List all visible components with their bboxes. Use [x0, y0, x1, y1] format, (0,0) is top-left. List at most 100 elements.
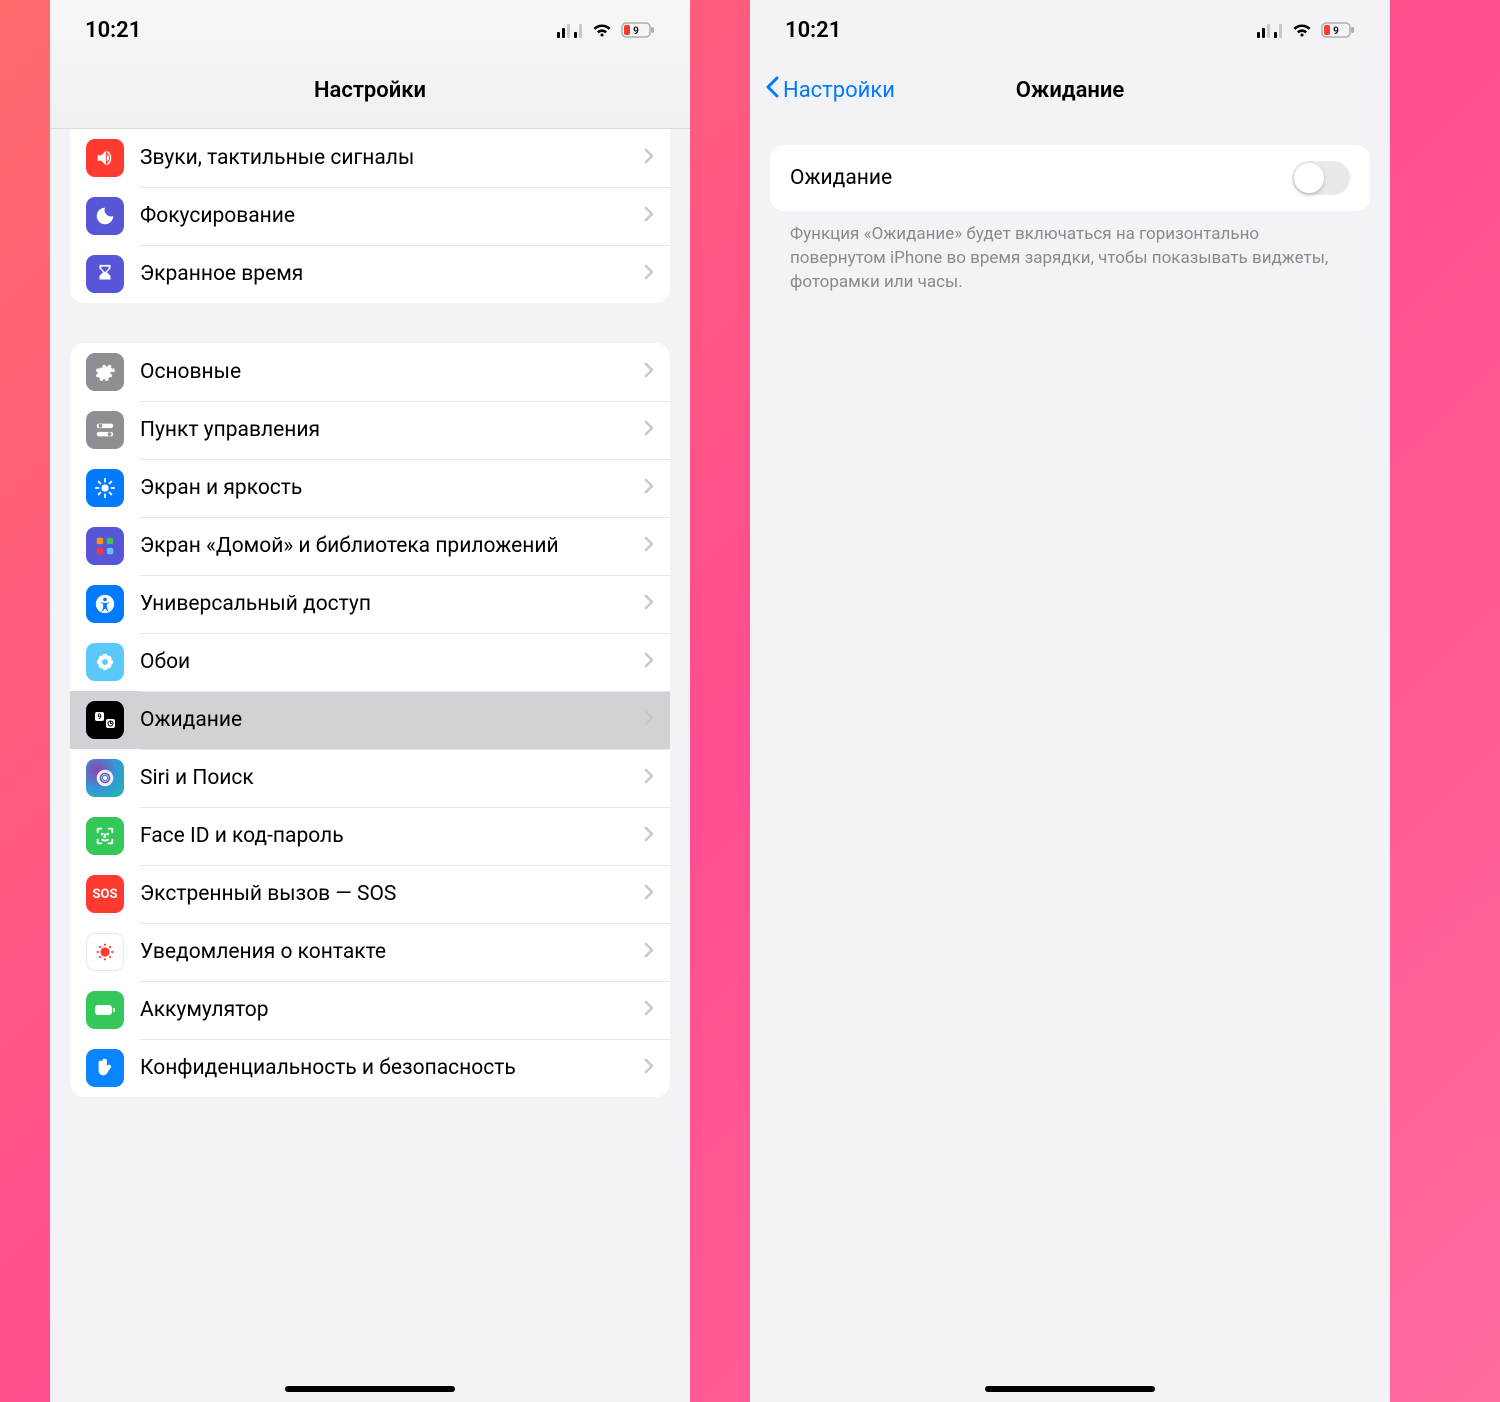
row-label: Уведомления о контакте — [140, 939, 644, 965]
svg-text:9: 9 — [633, 26, 639, 37]
svg-text:9: 9 — [1333, 26, 1339, 37]
settings-row-flower[interactable]: Обои — [70, 633, 670, 691]
siri-icon — [86, 759, 124, 797]
chevron-right-icon — [644, 1000, 654, 1020]
exposure-icon — [86, 933, 124, 971]
row-label: Экран «Домой» и библиотека приложений — [140, 533, 644, 559]
status-indicators: 9 — [557, 22, 655, 38]
battery-low-icon: 9 — [621, 22, 655, 38]
chevron-right-icon — [644, 884, 654, 904]
settings-row-sos[interactable]: SOSЭкстренный вызов — SOS — [70, 865, 670, 923]
chevron-right-icon — [644, 264, 654, 284]
dual-signal-icon — [1257, 22, 1283, 38]
home-indicator[interactable] — [985, 1386, 1155, 1392]
wifi-icon — [1291, 22, 1313, 38]
settings-row-hand[interactable]: Конфиденциальность и безопасность — [70, 1039, 670, 1097]
phone-settings: 10:21 9 Настройки Звуки, тактильные сигн… — [50, 0, 690, 1402]
row-label: Конфиденциальность и безопасность — [140, 1055, 644, 1081]
chevron-right-icon — [644, 942, 654, 962]
faceid-icon — [86, 817, 124, 855]
settings-row-siri[interactable]: Siri и Поиск — [70, 749, 670, 807]
row-label: Основные — [140, 359, 644, 385]
battery-icon — [86, 991, 124, 1029]
settings-row-switches[interactable]: Пункт управления — [70, 401, 670, 459]
footer-description: Функция «Ожидание» будет включаться на г… — [770, 211, 1370, 306]
chevron-right-icon — [644, 206, 654, 226]
home-indicator[interactable] — [285, 1386, 455, 1392]
page-title: Настройки — [314, 78, 426, 103]
hourglass-icon — [86, 255, 124, 293]
page-title: Ожидание — [1016, 78, 1125, 103]
brightness-icon — [86, 469, 124, 507]
chevron-right-icon — [644, 420, 654, 440]
group-general: Основные Пункт управления Экран и яркость Э… — [70, 343, 670, 1097]
settings-row-faceid[interactable]: Face ID и код-пароль — [70, 807, 670, 865]
status-bar: 10:21 9 — [750, 0, 1390, 60]
phone-standby: 10:21 9 Настройки Ожидание Ожидание — [750, 0, 1390, 1402]
status-time: 10:21 — [785, 18, 841, 43]
chevron-right-icon — [644, 1058, 654, 1078]
dual-signal-icon — [557, 22, 583, 38]
back-label: Настройки — [783, 78, 895, 103]
row-label: Face ID и код-пароль — [140, 823, 644, 849]
chevron-right-icon — [644, 768, 654, 788]
chevron-right-icon — [644, 536, 654, 556]
settings-row-accessibility[interactable]: Универсальный доступ — [70, 575, 670, 633]
row-label: Звуки, тактильные сигналы — [140, 145, 644, 171]
row-label: Экранное время — [140, 261, 644, 287]
settings-row-brightness[interactable]: Экран и яркость — [70, 459, 670, 517]
settings-row-battery[interactable]: Аккумулятор — [70, 981, 670, 1039]
home-grid-icon — [86, 527, 124, 565]
gear-icon — [86, 353, 124, 391]
moon-icon — [86, 197, 124, 235]
switches-icon — [86, 411, 124, 449]
status-bar: 10:21 9 — [50, 0, 690, 60]
settings-row-hourglass[interactable]: Экранное время — [70, 245, 670, 303]
chevron-left-icon — [765, 76, 779, 104]
chevron-right-icon — [644, 478, 654, 498]
header-area: 10:21 9 Настройки — [50, 0, 690, 129]
row-label: Аккумулятор — [140, 997, 644, 1023]
sos-icon: SOS — [86, 875, 124, 913]
toggle-label: Ожидание — [790, 166, 892, 190]
settings-row-standby[interactable]: 9 Ожидание — [70, 691, 670, 749]
hand-icon — [86, 1049, 124, 1087]
standby-content: Ожидание Функция «Ожидание» будет включа… — [750, 120, 1390, 1402]
settings-content[interactable]: Звуки, тактильные сигналы Фокусирование Эк… — [50, 129, 690, 1402]
settings-row-gear[interactable]: Основные — [70, 343, 670, 401]
row-label: Универсальный доступ — [140, 591, 644, 617]
standby-toggle-row: Ожидание — [770, 145, 1370, 211]
settings-row-home-grid[interactable]: Экран «Домой» и библиотека приложений — [70, 517, 670, 575]
toggle-knob — [1294, 163, 1324, 193]
svg-text:SOS: SOS — [93, 887, 118, 902]
accessibility-icon — [86, 585, 124, 623]
row-label: Обои — [140, 649, 644, 675]
group-focus-sounds: Звуки, тактильные сигналы Фокусирование Эк… — [70, 129, 670, 303]
chevron-right-icon — [644, 148, 654, 168]
chevron-right-icon — [644, 594, 654, 614]
chevron-right-icon — [644, 652, 654, 672]
settings-row-exposure[interactable]: Уведомления о контакте — [70, 923, 670, 981]
row-label: Ожидание — [140, 707, 644, 733]
status-time: 10:21 — [85, 18, 141, 43]
row-label: Пункт управления — [140, 417, 644, 443]
standby-toggle[interactable] — [1292, 161, 1350, 195]
chevron-right-icon — [644, 362, 654, 382]
nav-bar: Настройки — [50, 60, 690, 120]
standby-icon: 9 — [86, 701, 124, 739]
svg-text:9: 9 — [97, 713, 101, 721]
battery-low-icon: 9 — [1321, 22, 1355, 38]
settings-row-moon[interactable]: Фокусирование — [70, 187, 670, 245]
status-indicators: 9 — [1257, 22, 1355, 38]
chevron-right-icon — [644, 826, 654, 846]
row-label: Фокусирование — [140, 203, 644, 229]
nav-bar: Настройки Ожидание — [750, 60, 1390, 120]
speaker-icon — [86, 139, 124, 177]
settings-row-speaker[interactable]: Звуки, тактильные сигналы — [70, 129, 670, 187]
wifi-icon — [591, 22, 613, 38]
row-label: Siri и Поиск — [140, 765, 644, 791]
back-button[interactable]: Настройки — [765, 76, 895, 104]
chevron-right-icon — [644, 710, 654, 730]
flower-icon — [86, 643, 124, 681]
row-label: Экран и яркость — [140, 475, 644, 501]
